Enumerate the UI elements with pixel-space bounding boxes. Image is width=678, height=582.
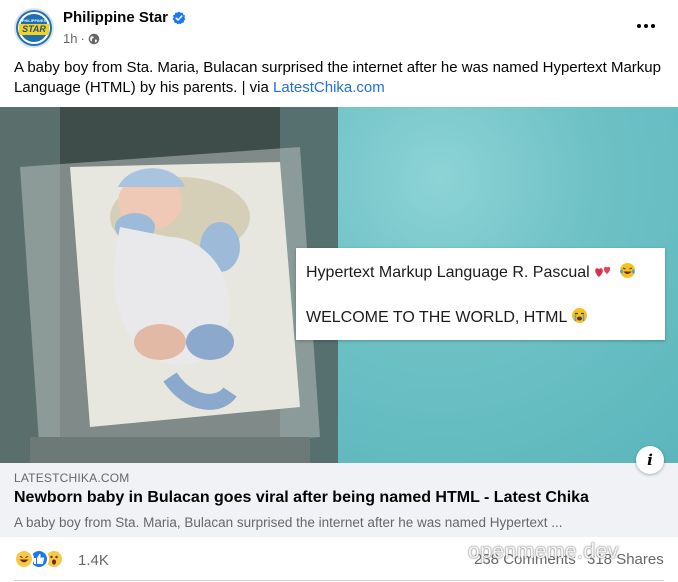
link-description: A baby boy from Sta. Maria, Bulacan surp… [14, 515, 563, 530]
watermark-text: openmeme.dev [468, 540, 619, 563]
globe-icon[interactable] [88, 33, 100, 45]
haha-reaction-icon [14, 549, 34, 569]
hearts-emoji-icon [595, 266, 611, 277]
newborn-photo [0, 107, 338, 463]
post-time[interactable]: 1h [63, 31, 77, 46]
post-header: PHILIPPINES STAR Philippine Star 1h · [0, 0, 678, 56]
post-footer: 1.4K 238 Comments 318 Shares openmeme.de… [0, 540, 678, 582]
post-caption: A baby boy from Sta. Maria, Bulacan surp… [14, 58, 664, 98]
crying-emoji-icon [572, 308, 588, 323]
meta-separator: · [80, 31, 85, 46]
caption-source-link[interactable]: LatestChika.com [273, 79, 385, 96]
announcement-welcome-line: WELCOME TO THE WORLD, HTML [306, 307, 588, 327]
page-avatar[interactable]: PHILIPPINES STAR [14, 8, 54, 48]
verified-badge-icon [172, 11, 186, 25]
post-image[interactable]: Hypertext Markup Language R. Pascual WEL… [0, 107, 678, 463]
announcement-name-text: Hypertext Markup Language R. Pascual [306, 264, 590, 281]
name-announcement-card: Hypertext Markup Language R. Pascual WEL… [296, 248, 665, 340]
more-dot [644, 24, 648, 28]
announcement-name-line: Hypertext Markup Language R. Pascual [306, 262, 636, 282]
announcement-welcome-text: WELCOME TO THE WORLD, HTML [306, 309, 567, 326]
reaction-count[interactable]: 1.4K [78, 552, 109, 569]
info-icon[interactable]: i [636, 446, 664, 474]
more-dot [651, 24, 655, 28]
page-name-link[interactable]: Philippine Star [63, 9, 168, 26]
avatar-logo-main: STAR [19, 24, 49, 35]
more-dots-icon [637, 24, 641, 28]
newborn-photo-illustration [0, 107, 338, 463]
laughing-tears-emoji-icon [619, 263, 635, 278]
post-meta: 1h · [63, 31, 100, 46]
reaction-icons[interactable] [14, 549, 64, 569]
footer-divider [14, 580, 664, 581]
link-domain: LATESTCHIKA.COM [14, 471, 130, 485]
more-options-button[interactable] [632, 16, 660, 36]
link-title[interactable]: Newborn baby in Bulacan goes viral after… [14, 489, 589, 507]
